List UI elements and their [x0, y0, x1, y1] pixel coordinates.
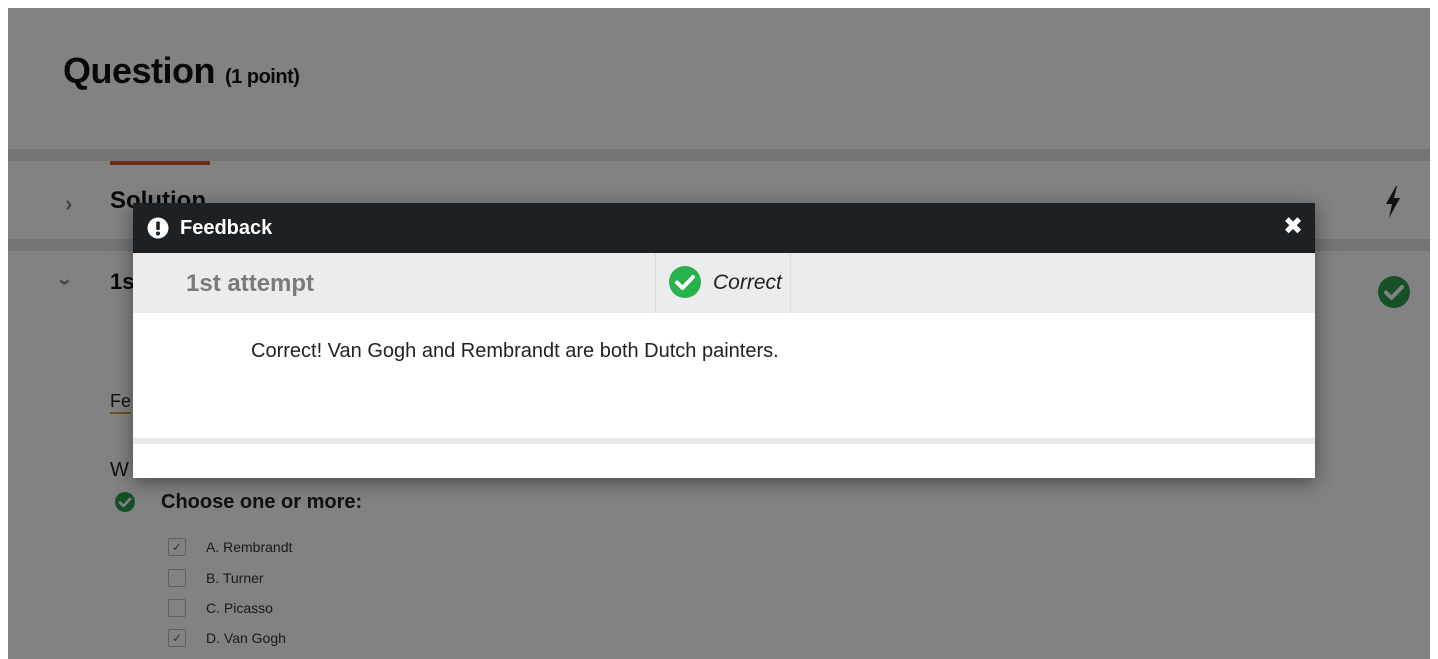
exclamation-circle-icon: [147, 217, 169, 239]
close-icon[interactable]: ✖: [1282, 214, 1304, 240]
status-text: Correct: [713, 271, 782, 294]
attempt-summary-row: 1st attempt Correct: [133, 253, 1315, 313]
modal-title: Feedback: [180, 217, 273, 239]
feedback-text: Correct! Van Gogh and Rembrandt are both…: [251, 340, 779, 362]
feedback-modal: Feedback ✖ 1st attempt Correct Correct! …: [133, 203, 1315, 478]
check-circle-icon: [669, 266, 701, 298]
modal-body: Correct! Van Gogh and Rembrandt are both…: [133, 313, 1315, 438]
attempt-label: 1st attempt: [186, 270, 315, 297]
page: Question (1 point) › Solution › 1s Fe W C…: [8, 8, 1430, 659]
modal-header: Feedback ✖: [133, 203, 1315, 253]
modal-footer: [133, 444, 1315, 478]
attempt-status: Correct: [655, 253, 791, 313]
